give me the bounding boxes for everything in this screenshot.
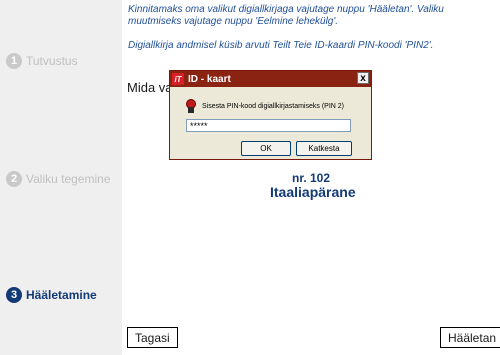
pin-prompt-text: Sisesta PIN-kood digiallkirjastamiseks (…: [202, 102, 344, 110]
id-card-dialog: iT ID - kaart x Sisesta PIN-kood digiall…: [169, 70, 372, 160]
id-card-logo: iT: [172, 73, 184, 85]
pin-input[interactable]: [186, 119, 351, 132]
instruction-text: Kinnitamaks oma valikut digiallkirjaga v…: [128, 4, 444, 27]
step-number: 3: [6, 287, 22, 303]
back-button[interactable]: Tagasi: [127, 327, 178, 348]
step-label: Tutvustus: [26, 54, 78, 68]
pin-prompt: Sisesta PIN-kood digiallkirjastamiseks (…: [186, 99, 344, 113]
step-choice: 2 Valiku tegemine: [6, 171, 111, 187]
step-number: 1: [6, 53, 22, 69]
step-label: Valiku tegemine: [26, 172, 111, 186]
certificate-icon: [186, 99, 196, 113]
main-panel: Kinnitamaks oma valikut digiallkirjaga v…: [122, 0, 500, 355]
question-text: Mida va: [127, 80, 173, 95]
pin-notice-text: Digiallkirja andmisel küsib arvuti Teilt…: [128, 40, 434, 51]
instructions: Kinnitamaks oma valikut digiallkirjaga v…: [128, 4, 488, 64]
vote-button[interactable]: Hääletan: [440, 327, 500, 348]
step-intro: 1 Tutvustus: [6, 53, 78, 69]
candidate-number: nr. 102: [292, 171, 331, 185]
cancel-button[interactable]: Katkesta: [296, 141, 352, 156]
dialog-title: ID - kaart: [188, 73, 231, 85]
step-sidebar: 1 Tutvustus 2 Valiku tegemine 3 Hääletam…: [0, 0, 122, 355]
dialog-titlebar[interactable]: iT ID - kaart x: [170, 71, 371, 87]
ok-button[interactable]: OK: [241, 141, 291, 156]
step-label: Hääletamine: [26, 288, 97, 302]
close-button[interactable]: x: [357, 72, 369, 84]
step-voting: 3 Hääletamine: [6, 287, 97, 303]
step-number: 2: [6, 171, 22, 187]
candidate-name: Itaaliapärane: [270, 184, 356, 200]
